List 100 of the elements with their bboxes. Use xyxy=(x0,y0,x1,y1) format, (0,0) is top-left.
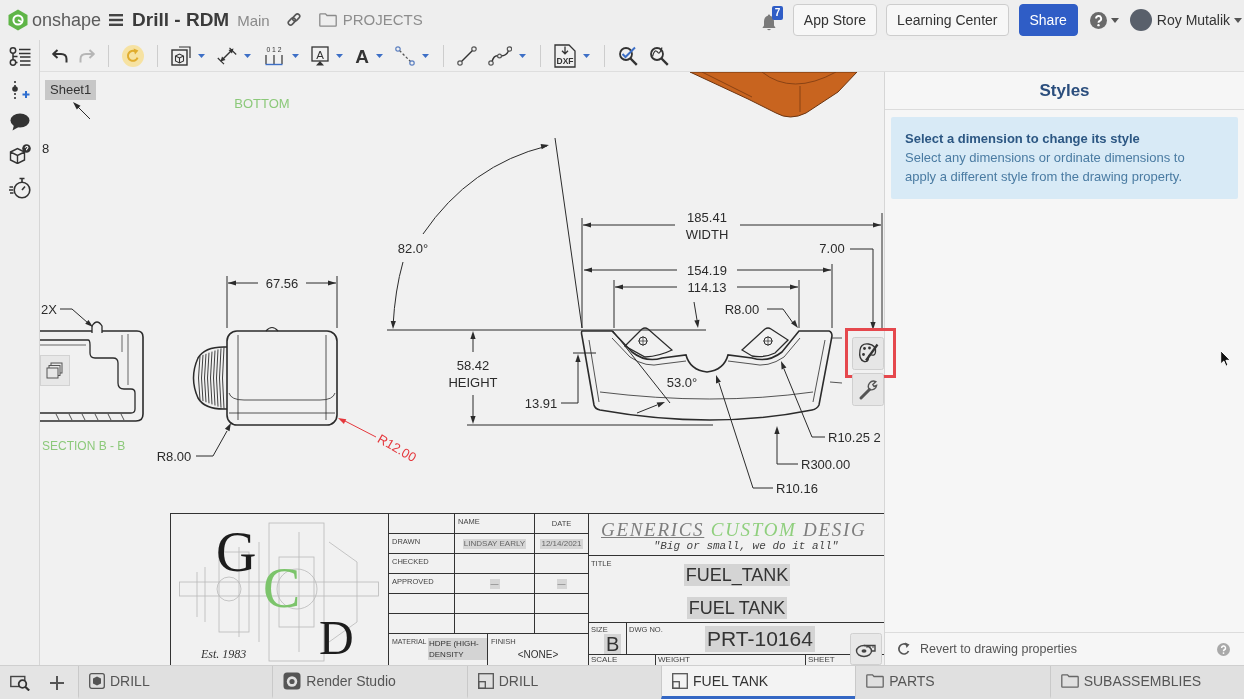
company-name: GENERICS CUSTOM DESIG xyxy=(601,519,868,540)
size-value: B xyxy=(604,634,622,654)
cube-help-icon[interactable] xyxy=(8,144,31,164)
view-label: SECTION B - B xyxy=(42,439,126,453)
info-title: Select a dimension to change its style xyxy=(905,130,1141,148)
dimension-value[interactable]: R8.00 xyxy=(724,301,760,317)
dimension-value[interactable]: R10.25 2 xyxy=(828,429,881,445)
drawing-sheet-icon xyxy=(477,673,494,689)
centerline-icon[interactable] xyxy=(395,45,415,66)
feature-tree-icon[interactable] xyxy=(8,47,31,67)
help-icon[interactable] xyxy=(1089,11,1107,29)
dimension-value[interactable]: 7.00 xyxy=(819,240,845,256)
dxf-export-icon[interactable]: DXF xyxy=(554,43,576,68)
caret-icon[interactable] xyxy=(583,53,590,58)
sheet-tooltip: Sheet1 xyxy=(45,80,97,100)
caret-icon[interactable] xyxy=(422,53,429,58)
caret-icon[interactable] xyxy=(1110,17,1119,23)
document-tab[interactable]: SUBASSEMBLIES xyxy=(1049,666,1244,699)
spline-icon[interactable] xyxy=(488,45,512,66)
dimension-value[interactable]: 114.13 xyxy=(687,279,727,295)
drawing-number: PRT-10164 xyxy=(705,626,815,652)
logo-letter: D xyxy=(319,614,354,662)
text-icon[interactable]: A xyxy=(355,48,369,63)
line-icon[interactable] xyxy=(457,45,477,66)
slogan-text: "Big or small, we do it all" xyxy=(652,540,840,553)
established-text: Est. 1983 xyxy=(201,647,247,661)
magnifier-check-icon[interactable] xyxy=(618,45,638,66)
leader-line xyxy=(73,102,91,120)
finish-value: <NONE> xyxy=(516,649,560,661)
description-value: FUEL TANK xyxy=(686,597,788,619)
document-tab[interactable]: DRILL xyxy=(466,666,661,699)
folder-icon xyxy=(318,13,337,27)
comment-icon[interactable] xyxy=(9,113,30,131)
add-point-icon[interactable] xyxy=(9,80,30,100)
caret-icon[interactable] xyxy=(519,53,526,58)
document-tab[interactable]: DRILL xyxy=(78,666,273,699)
stopwatch-icon[interactable] xyxy=(8,177,31,199)
revert-button[interactable]: Revert to drawing properties xyxy=(897,639,1078,659)
link-icon[interactable] xyxy=(286,13,301,27)
camera-lens-icon xyxy=(283,672,302,690)
dimension-value[interactable]: 82.0° xyxy=(397,240,429,256)
view-search-icon[interactable] xyxy=(10,674,30,691)
caret-icon[interactable] xyxy=(1234,17,1242,23)
dimension-value[interactable]: R10.16 xyxy=(776,480,818,496)
dimension-value[interactable]: 154.19 xyxy=(687,262,727,278)
dimension-icon[interactable] xyxy=(217,46,237,65)
caret-icon[interactable] xyxy=(292,53,299,58)
cursor-icon xyxy=(1220,350,1231,367)
dimension-value[interactable]: R300.00 xyxy=(801,456,851,472)
undo-icon[interactable] xyxy=(52,48,68,63)
name-value: LINDSAY EARLY xyxy=(462,538,527,549)
bell-icon[interactable] xyxy=(761,13,776,31)
wrench-icon[interactable] xyxy=(852,373,884,406)
magnifier-scribble-icon[interactable] xyxy=(649,45,669,66)
menu-icon[interactable] xyxy=(109,14,124,26)
caret-icon[interactable] xyxy=(376,53,383,58)
view-insert-icon[interactable] xyxy=(171,45,191,66)
stacked-squares-icon[interactable] xyxy=(40,355,70,386)
logo-letter: C xyxy=(263,560,301,616)
document-tab[interactable]: FUEL TANK xyxy=(661,666,856,699)
palette-brush-icon[interactable] xyxy=(852,337,884,370)
tape-measure-icon[interactable] xyxy=(850,633,882,665)
dimension-value[interactable]: 58.42 xyxy=(456,357,490,373)
folder-icon xyxy=(866,674,885,688)
dimension-label: WIDTH xyxy=(685,226,729,242)
dimension-label: HEIGHT xyxy=(448,374,498,390)
panel-title: Styles xyxy=(1039,79,1090,102)
document-tab[interactable]: PARTS xyxy=(855,666,1050,699)
logo-letter: G xyxy=(216,524,257,580)
dimension-value[interactable]: R8.00 xyxy=(156,448,192,464)
refresh-icon xyxy=(897,642,911,656)
app-store-button[interactable]: App Store xyxy=(792,4,878,36)
caret-icon[interactable] xyxy=(244,53,251,58)
view-label: BOTTOM xyxy=(234,95,290,111)
field-label: SCALE xyxy=(591,655,618,664)
folder-icon xyxy=(1060,674,1079,688)
document-tab[interactable]: Render Studio xyxy=(272,666,467,699)
caret-icon[interactable] xyxy=(198,53,205,58)
material-value: HDPE (HIGH-DENSITY xyxy=(428,638,487,660)
dimension-value[interactable]: 185.41 xyxy=(687,209,727,225)
dimension-value[interactable]: 2X xyxy=(41,301,57,317)
plus-icon[interactable] xyxy=(50,675,64,690)
dimension-value[interactable]: 67.56 xyxy=(265,275,299,291)
logo-text: onshape xyxy=(32,8,102,32)
dimension-value[interactable]: 53.0° xyxy=(666,374,698,390)
date-value: 12/14/2021 xyxy=(540,538,583,549)
logo-icon xyxy=(8,9,28,31)
learning-center-button[interactable]: Learning Center xyxy=(886,4,1009,36)
dimension-value[interactable]: 13.91 xyxy=(524,395,558,411)
dimension-value[interactable]: 8 xyxy=(42,140,50,156)
user-avatar[interactable] xyxy=(1129,9,1152,31)
user-menu[interactable]: Roy Mutalik xyxy=(1156,9,1230,31)
caret-icon[interactable] xyxy=(336,53,343,58)
title-value: FUEL_TANK xyxy=(683,564,791,586)
name-value: — xyxy=(489,578,500,589)
share-button[interactable]: Share xyxy=(1018,4,1078,36)
field-label: WEIGHT xyxy=(658,655,690,664)
date-value: — xyxy=(556,578,567,589)
box-icon xyxy=(89,673,105,689)
drawing-sheet-icon xyxy=(672,673,688,689)
